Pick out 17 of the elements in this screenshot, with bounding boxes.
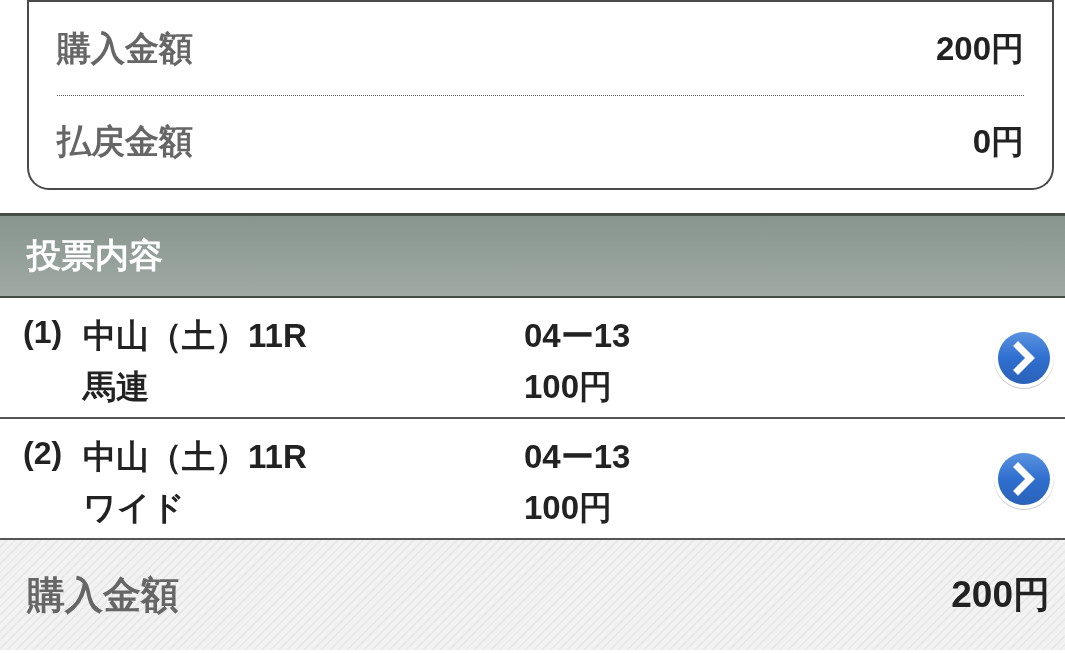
bet-type: 馬連 [83, 367, 149, 407]
summary-label: 払戻金額 [57, 121, 193, 162]
race-name: 中山（土）11R [83, 437, 307, 477]
bet-amount: 100円 [524, 488, 613, 528]
bet-number: (2) [22, 434, 64, 473]
total-value: 200円 [951, 573, 1050, 617]
section-title: 投票内容 [27, 235, 163, 276]
bet-combination: 04ー13 [524, 437, 631, 477]
bet-amount: 100円 [524, 367, 613, 407]
total-label: 購入金額 [27, 572, 179, 618]
summary-label: 購入金額 [57, 28, 193, 69]
summary-value: 0円 [972, 121, 1024, 162]
bet-type: ワイド [83, 488, 185, 528]
race-name: 中山（土）11R [83, 316, 307, 356]
bet-number: (1) [22, 313, 64, 352]
summary-value: 200円 [935, 28, 1024, 69]
bet-combination: 04ー13 [524, 316, 631, 356]
